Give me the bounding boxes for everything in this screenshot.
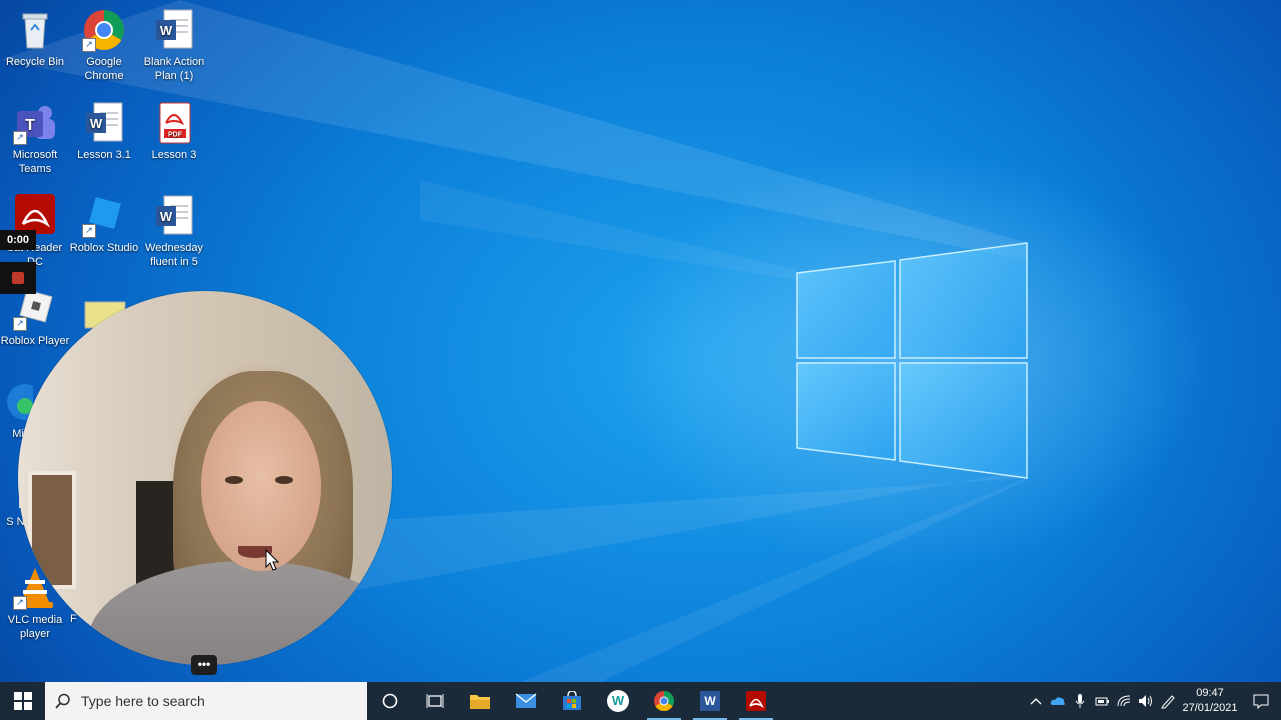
chevron-up-icon — [1030, 698, 1042, 705]
file-explorer-icon — [470, 695, 490, 709]
svg-text:PDF: PDF — [168, 132, 183, 139]
chrome-icon: ↗ — [82, 8, 126, 52]
pdf-document-icon: PDF — [152, 101, 196, 145]
icon-label: Lesson 3 — [151, 149, 197, 161]
microphone-button[interactable] — [1069, 682, 1091, 720]
show-hidden-icons-button[interactable] — [1025, 682, 1047, 720]
word-document-icon: W — [152, 8, 196, 52]
desktop-icon-roblox-studio[interactable]: ↗ Roblox Studio — [69, 194, 139, 255]
pen-workspace-button[interactable] — [1157, 682, 1179, 720]
battery-button[interactable] — [1091, 682, 1113, 720]
webcam-overlay[interactable] — [18, 291, 392, 665]
webcam-person-eye — [275, 476, 293, 484]
icon-label: Roblox Player — [0, 335, 70, 347]
shortcut-arrow-icon: ↗ — [82, 38, 96, 52]
pen-icon — [1161, 695, 1175, 709]
action-center-button[interactable] — [1241, 682, 1281, 720]
cortana-icon — [382, 693, 398, 709]
icon-label: Microsoft Teams — [12, 149, 58, 175]
volume-button[interactable] — [1135, 682, 1157, 720]
onedrive-button[interactable] — [1047, 682, 1069, 720]
taskbar-chrome[interactable] — [641, 682, 687, 720]
shortcut-arrow-icon: ↗ — [82, 224, 96, 238]
icon-label: Lesson 3.1 — [77, 149, 131, 161]
wifi-icon — [1117, 695, 1131, 707]
desktop-icon-recycle-bin[interactable]: Recycle Bin — [0, 8, 70, 69]
word-document-icon: W — [82, 101, 126, 145]
onedrive-icon — [1050, 697, 1065, 705]
shortcut-arrow-icon: ↗ — [13, 596, 27, 610]
icon-label: Blank Action Plan (1) — [143, 56, 205, 82]
task-view-button[interactable] — [413, 682, 457, 720]
start-icon — [13, 692, 32, 710]
cortana-button[interactable] — [367, 682, 413, 720]
desktop-icon-blank-action-plan[interactable]: W Blank Action Plan (1) — [139, 8, 209, 83]
taskbar-store[interactable] — [549, 682, 595, 720]
svg-text:W: W — [160, 23, 173, 38]
icon-label: Google Chrome — [84, 56, 124, 82]
app-w-icon: W — [607, 690, 629, 712]
taskbar-search-box[interactable] — [45, 682, 367, 720]
clock-date: 27/01/2021 — [1182, 702, 1238, 714]
taskbar-mail[interactable] — [503, 682, 549, 720]
desktop-icon-lesson-3[interactable]: PDF Lesson 3 — [139, 101, 209, 162]
mouse-cursor-icon — [265, 548, 280, 576]
shortcut-arrow-icon: ↗ — [13, 131, 27, 145]
taskbar: W W — [0, 682, 1281, 720]
desktop-icon-google-chrome[interactable]: ↗ Google Chrome — [69, 8, 139, 83]
desktop-icon-microsoft-teams[interactable]: T ↗ Microsoft Teams — [0, 101, 70, 176]
battery-plug-icon — [1095, 697, 1109, 706]
microphone-icon — [1075, 694, 1085, 708]
recycle-bin-icon — [13, 8, 57, 52]
shortcut-arrow-icon: ↗ — [13, 317, 27, 331]
webcam-options-button[interactable]: ••• — [191, 655, 217, 675]
desktop-icon-lesson-3-1[interactable]: W Lesson 3.1 — [69, 101, 139, 162]
icon-label: Roblox Studio — [69, 242, 139, 254]
taskbar-app-w[interactable]: W — [595, 682, 641, 720]
icon-label: Wednesday fluent in 5 — [145, 242, 203, 268]
teams-icon: T ↗ — [13, 101, 57, 145]
word-icon: W — [700, 691, 720, 711]
taskbar-acrobat[interactable] — [733, 682, 779, 720]
notifications-icon — [1253, 694, 1269, 709]
taskbar-clock[interactable]: 09:47 27/01/2021 — [1179, 686, 1241, 716]
start-button[interactable] — [0, 682, 45, 720]
svg-text:W: W — [90, 116, 103, 131]
icon-label: Recycle Bin — [5, 56, 65, 68]
search-icon — [55, 693, 70, 709]
acrobat-icon — [746, 691, 766, 711]
mail-icon — [515, 693, 537, 708]
desktop-wallpaper: Recycle Bin ↗ Google Chrome W Blank Acti… — [0, 0, 1281, 682]
chrome-icon — [654, 690, 675, 712]
desktop-icon-wednesday-fluent[interactable]: W Wednesday fluent in 5 — [139, 194, 209, 269]
stop-recording-button[interactable] — [0, 262, 36, 294]
windows-logo — [796, 242, 1030, 487]
store-icon — [563, 691, 581, 710]
taskbar-word[interactable]: W — [687, 682, 733, 720]
roblox-studio-icon: ↗ — [82, 194, 126, 238]
icon-label: VLC media player — [7, 614, 63, 640]
speaker-icon — [1139, 695, 1152, 707]
word-document-icon: W — [152, 194, 196, 238]
recording-timer: 0:00 — [0, 230, 36, 250]
taskbar-file-explorer[interactable] — [457, 682, 503, 720]
desktop-icon-roblox-player[interactable]: ↗ Roblox Player — [0, 287, 70, 348]
webcam-background-picture — [28, 471, 76, 589]
search-input[interactable] — [79, 692, 353, 710]
webcam-person-eye — [225, 476, 243, 484]
svg-text:W: W — [160, 209, 173, 224]
stop-icon — [12, 272, 24, 284]
task-view-icon — [426, 694, 444, 708]
network-button[interactable] — [1113, 682, 1135, 720]
clock-time: 09:47 — [1196, 687, 1224, 699]
system-tray: 09:47 27/01/2021 — [1025, 682, 1281, 720]
